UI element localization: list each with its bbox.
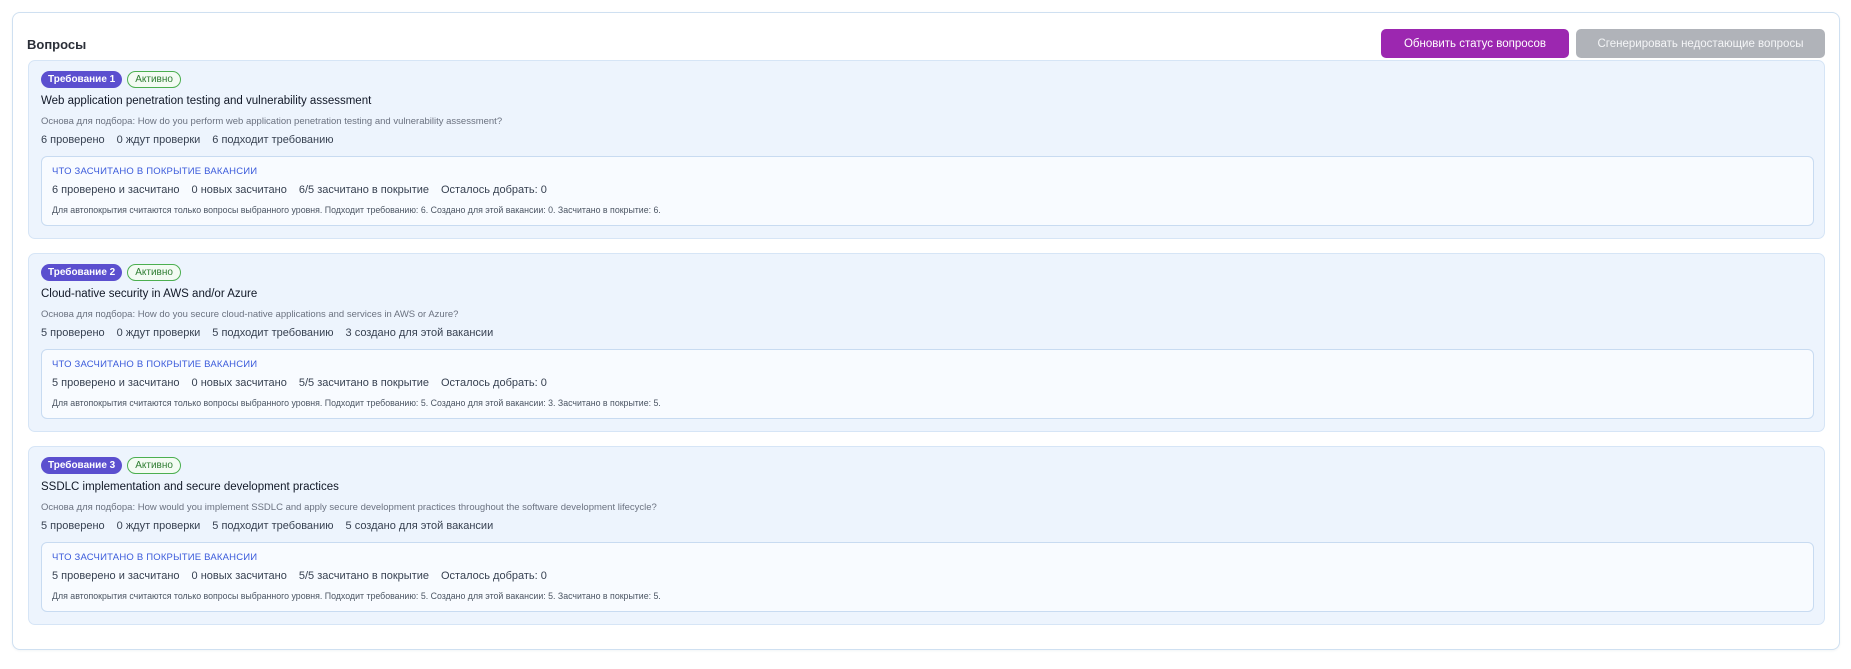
coverage-heading: ЧТО ЗАСЧИТАНО В ПОКРЫТИЕ ВАКАНСИИ <box>52 166 258 177</box>
requirement-title: Cloud-native security in AWS and/or Azur… <box>41 288 258 300</box>
coverage-stats: 5 проверено и засчитано 0 новых засчитан… <box>52 570 547 582</box>
badge-row: Требование 2 Активно <box>41 264 181 281</box>
coverage-stats: 5 проверено и засчитано 0 новых засчитан… <box>52 377 547 389</box>
stat-created: 5 создано для этой вакансии <box>345 520 494 532</box>
stat-matching: 6 подходит требованию <box>212 134 334 146</box>
coverage-stat: 0 новых засчитано <box>191 184 287 196</box>
stat-checked: 5 проверено <box>41 327 105 339</box>
requirement-basis: Основа для подбора: How do you secure cl… <box>41 309 459 320</box>
coverage-stat: 5 проверено и засчитано <box>52 377 180 389</box>
coverage-stats: 6 проверено и засчитано 0 новых засчитан… <box>52 184 547 196</box>
coverage-stat: 5/5 засчитано в покрытие <box>298 377 429 389</box>
status-badge: Активно <box>127 264 181 281</box>
coverage-stat: Осталось добрать: 0 <box>441 570 547 582</box>
coverage-stat: 5 проверено и засчитано <box>52 570 180 582</box>
requirement-card-2: Требование 2 Активно Cloud-native securi… <box>28 253 1825 432</box>
coverage-stat: 6 проверено и засчитано <box>52 184 180 196</box>
requirement-basis: Основа для подбора: How would you implem… <box>41 502 657 513</box>
coverage-box: ЧТО ЗАСЧИТАНО В ПОКРЫТИЕ ВАКАНСИИ 6 пров… <box>41 156 1814 226</box>
stat-pending: 0 ждут проверки <box>116 520 201 532</box>
coverage-heading: ЧТО ЗАСЧИТАНО В ПОКРЫТИЕ ВАКАНСИИ <box>52 552 258 563</box>
requirement-stats: 5 проверено 0 ждут проверки 5 подходит т… <box>41 327 493 339</box>
stat-matching: 5 подходит требованию <box>212 327 334 339</box>
coverage-box: ЧТО ЗАСЧИТАНО В ПОКРЫТИЕ ВАКАНСИИ 5 пров… <box>41 542 1814 612</box>
badge-row: Требование 3 Активно <box>41 457 181 474</box>
requirement-title: SSDLC implementation and secure developm… <box>41 481 339 493</box>
requirement-card-3: Требование 3 Активно SSDLC implementatio… <box>28 446 1825 625</box>
requirement-stats: 6 проверено 0 ждут проверки 6 подходит т… <box>41 134 346 146</box>
requirement-basis: Основа для подбора: How do you perform w… <box>41 116 503 127</box>
panel-title: Вопросы <box>27 37 87 52</box>
requirement-title: Web application penetration testing and … <box>41 95 372 107</box>
stat-pending: 0 ждут проверки <box>116 134 201 146</box>
requirement-badge: Требование 1 <box>41 71 123 88</box>
requirement-badge: Требование 3 <box>41 457 123 474</box>
requirement-card-1: Требование 1 Активно Web application pen… <box>28 60 1825 239</box>
refresh-status-button[interactable]: Обновить статус вопросов <box>1381 29 1569 58</box>
status-badge: Активно <box>127 71 181 88</box>
coverage-heading: ЧТО ЗАСЧИТАНО В ПОКРЫТИЕ ВАКАНСИИ <box>52 359 258 370</box>
requirement-badge: Требование 2 <box>41 264 123 281</box>
stat-pending: 0 ждут проверки <box>116 327 201 339</box>
coverage-stat: Осталось добрать: 0 <box>441 377 547 389</box>
stat-checked: 5 проверено <box>41 520 105 532</box>
coverage-stat: 6/5 засчитано в покрытие <box>298 184 429 196</box>
coverage-stat: 0 новых засчитано <box>191 570 287 582</box>
coverage-box: ЧТО ЗАСЧИТАНО В ПОКРЫТИЕ ВАКАНСИИ 5 пров… <box>41 349 1814 419</box>
stat-checked: 6 проверено <box>41 134 105 146</box>
stat-matching: 5 подходит требованию <box>212 520 334 532</box>
questions-panel: Вопросы Обновить статус вопросов Сгенери… <box>12 12 1840 650</box>
badge-row: Требование 1 Активно <box>41 71 181 88</box>
coverage-note: Для автопокрытия считаются только вопрос… <box>52 205 661 215</box>
generate-missing-button[interactable]: Сгенерировать недостающие вопросы <box>1576 29 1825 58</box>
coverage-stat: 0 новых засчитано <box>191 377 287 389</box>
coverage-note: Для автопокрытия считаются только вопрос… <box>52 398 661 408</box>
coverage-stat: Осталось добрать: 0 <box>441 184 547 196</box>
coverage-stat: 5/5 засчитано в покрытие <box>298 570 429 582</box>
coverage-note: Для автопокрытия считаются только вопрос… <box>52 591 661 601</box>
requirement-stats: 5 проверено 0 ждут проверки 5 подходит т… <box>41 520 493 532</box>
status-badge: Активно <box>127 457 181 474</box>
stat-created: 3 создано для этой вакансии <box>345 327 494 339</box>
